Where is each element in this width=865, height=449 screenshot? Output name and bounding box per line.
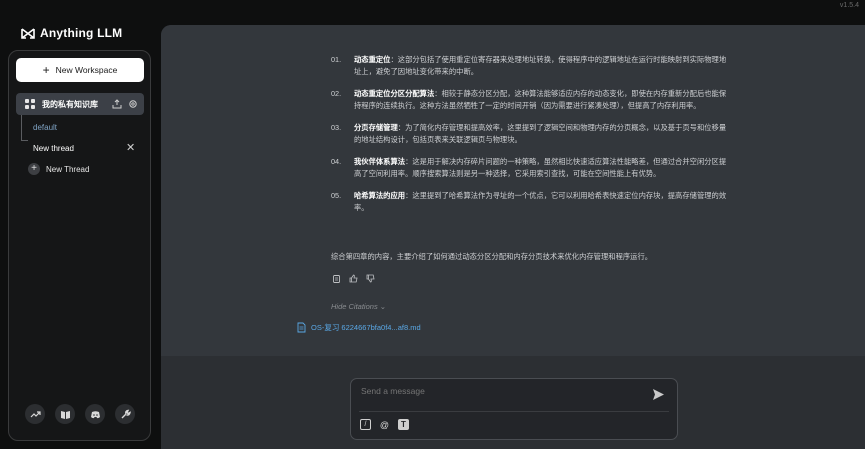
item-text: ：这是用于解决内存碎片问题的一种策略，虽然相比快速适应算法性能略差，但通过合并空… (354, 157, 727, 178)
gear-icon[interactable] (128, 99, 138, 109)
docs-book-icon (60, 410, 70, 419)
list-item: 04. 我伙伴体系算法：这是用于解决内存碎片问题的一种策略，虽然相比快速适应算法… (331, 156, 731, 180)
version-label: v1.5.4 (839, 2, 859, 9)
assistant-message: 01. 动态重定位：这部分包括了使用重定位寄存器来处理地址转换，使得程序中的逻辑… (161, 25, 865, 356)
thread-item-default[interactable]: default (33, 123, 57, 132)
brand-name: Anything LLM (40, 26, 123, 40)
new-thread-button[interactable]: + New Thread (28, 163, 89, 175)
thread-tree-branch (21, 140, 28, 141)
sidebar: + New Workspace 我的私有知识库 default New thre… (8, 50, 151, 441)
item-number: 02. (331, 89, 342, 98)
item-number: 03. (331, 123, 342, 132)
item-text: ：这里提到了哈希算法作为寻址的一个优点，它可以利用哈希表快速定位内存块，提高存储… (354, 191, 727, 212)
item-title: 动态重定位分区分配算法 (354, 89, 435, 98)
list-item: 02. 动态重定位分区分配算法：相较于静态分区分配，这种算法能够适应内存的动态变… (331, 88, 731, 112)
item-number: 01. (331, 55, 342, 64)
item-title: 动态重定位 (354, 55, 391, 64)
community-hub-button[interactable] (25, 404, 45, 424)
new-thread-label: New Thread (46, 164, 90, 174)
thread-item-new-thread[interactable]: New thread (33, 144, 74, 153)
text-size-icon[interactable]: T (398, 419, 409, 430)
item-title: 我伙伴体系算法 (354, 157, 406, 166)
new-workspace-label: New Workspace (55, 65, 118, 75)
at-mention-icon[interactable]: @ (379, 419, 390, 430)
docs-button[interactable] (55, 404, 75, 424)
message-summary: 综合第四章的内容，主要介绍了如何通过动态分区分配和内存分页技术来优化内存管理和程… (331, 252, 653, 261)
new-workspace-button[interactable]: + New Workspace (16, 58, 144, 82)
item-title: 分页存储管理 (354, 123, 398, 132)
main-chat-panel: 01. 动态重定位：这部分包括了使用重定位寄存器来处理地址转换，使得程序中的逻辑… (161, 25, 865, 449)
workspace-name: 我的私有知识库 (42, 99, 98, 109)
list-item: 05. 哈希算法的应用：这里提到了哈希算法作为寻址的一个优点，它可以利用哈希表快… (331, 190, 731, 214)
settings-button[interactable] (115, 404, 135, 424)
chevron-down-icon: ⌄ (379, 302, 387, 311)
thread-tree-line (21, 115, 22, 141)
close-icon[interactable]: ✕ (126, 141, 135, 154)
file-icon (297, 322, 306, 333)
item-text: ：这部分包括了使用重定位寄存器来处理地址转换，使得程序中的逻辑地址在运行时能映射… (354, 55, 727, 76)
item-title: 哈希算法的应用 (354, 191, 406, 200)
upload-icon[interactable] (112, 99, 122, 109)
input-tools: / @ T (360, 419, 409, 430)
message-actions (332, 274, 375, 283)
citation-filename: OS-复习 6224667bfa0f4...af8.md (311, 323, 421, 332)
list-item: 01. 动态重定位：这部分包括了使用重定位寄存器来处理地址转换，使得程序中的逻辑… (331, 54, 731, 78)
slash-command-icon[interactable]: / (360, 419, 371, 430)
copy-icon[interactable] (332, 274, 341, 283)
wrench-settings-icon (121, 409, 131, 418)
plus-circle-icon: + (28, 163, 40, 175)
message-input[interactable] (361, 386, 631, 396)
prompt-input-box: / @ T (350, 378, 678, 440)
community-hub-icon (30, 410, 41, 417)
list-item: 03. 分页存储管理：为了简化内存管理和提高效率，这里提到了逻辑空间和物理内存的… (331, 122, 731, 146)
message-list: 01. 动态重定位：这部分包括了使用重定位寄存器来处理地址转换，使得程序中的逻辑… (331, 54, 731, 224)
send-icon[interactable] (652, 388, 665, 401)
input-divider (359, 411, 669, 412)
citation-item[interactable]: OS-复习 6224667bfa0f4...af8.md (297, 322, 421, 333)
workspace-item[interactable]: 我的私有知识库 (16, 93, 144, 115)
item-number: 04. (331, 157, 342, 166)
plus-icon: + (42, 62, 50, 77)
hide-citations-toggle[interactable]: Hide Citations ⌄ (331, 302, 386, 311)
discord-icon (90, 410, 100, 418)
item-number: 05. (331, 191, 342, 200)
anything-llm-logo-icon (21, 27, 35, 39)
brand: Anything LLM (21, 26, 122, 40)
hide-citations-label: Hide Citations (331, 302, 378, 311)
sidebar-footer (25, 404, 135, 424)
workspace-grid-icon (25, 99, 35, 109)
thumbs-up-icon[interactable] (349, 274, 358, 283)
thumbs-down-icon[interactable] (366, 274, 375, 283)
item-text: ：为了简化内存管理和提高效率，这里提到了逻辑空间和物理内存的分页概念，以及基于页… (354, 123, 727, 144)
discord-button[interactable] (85, 404, 105, 424)
